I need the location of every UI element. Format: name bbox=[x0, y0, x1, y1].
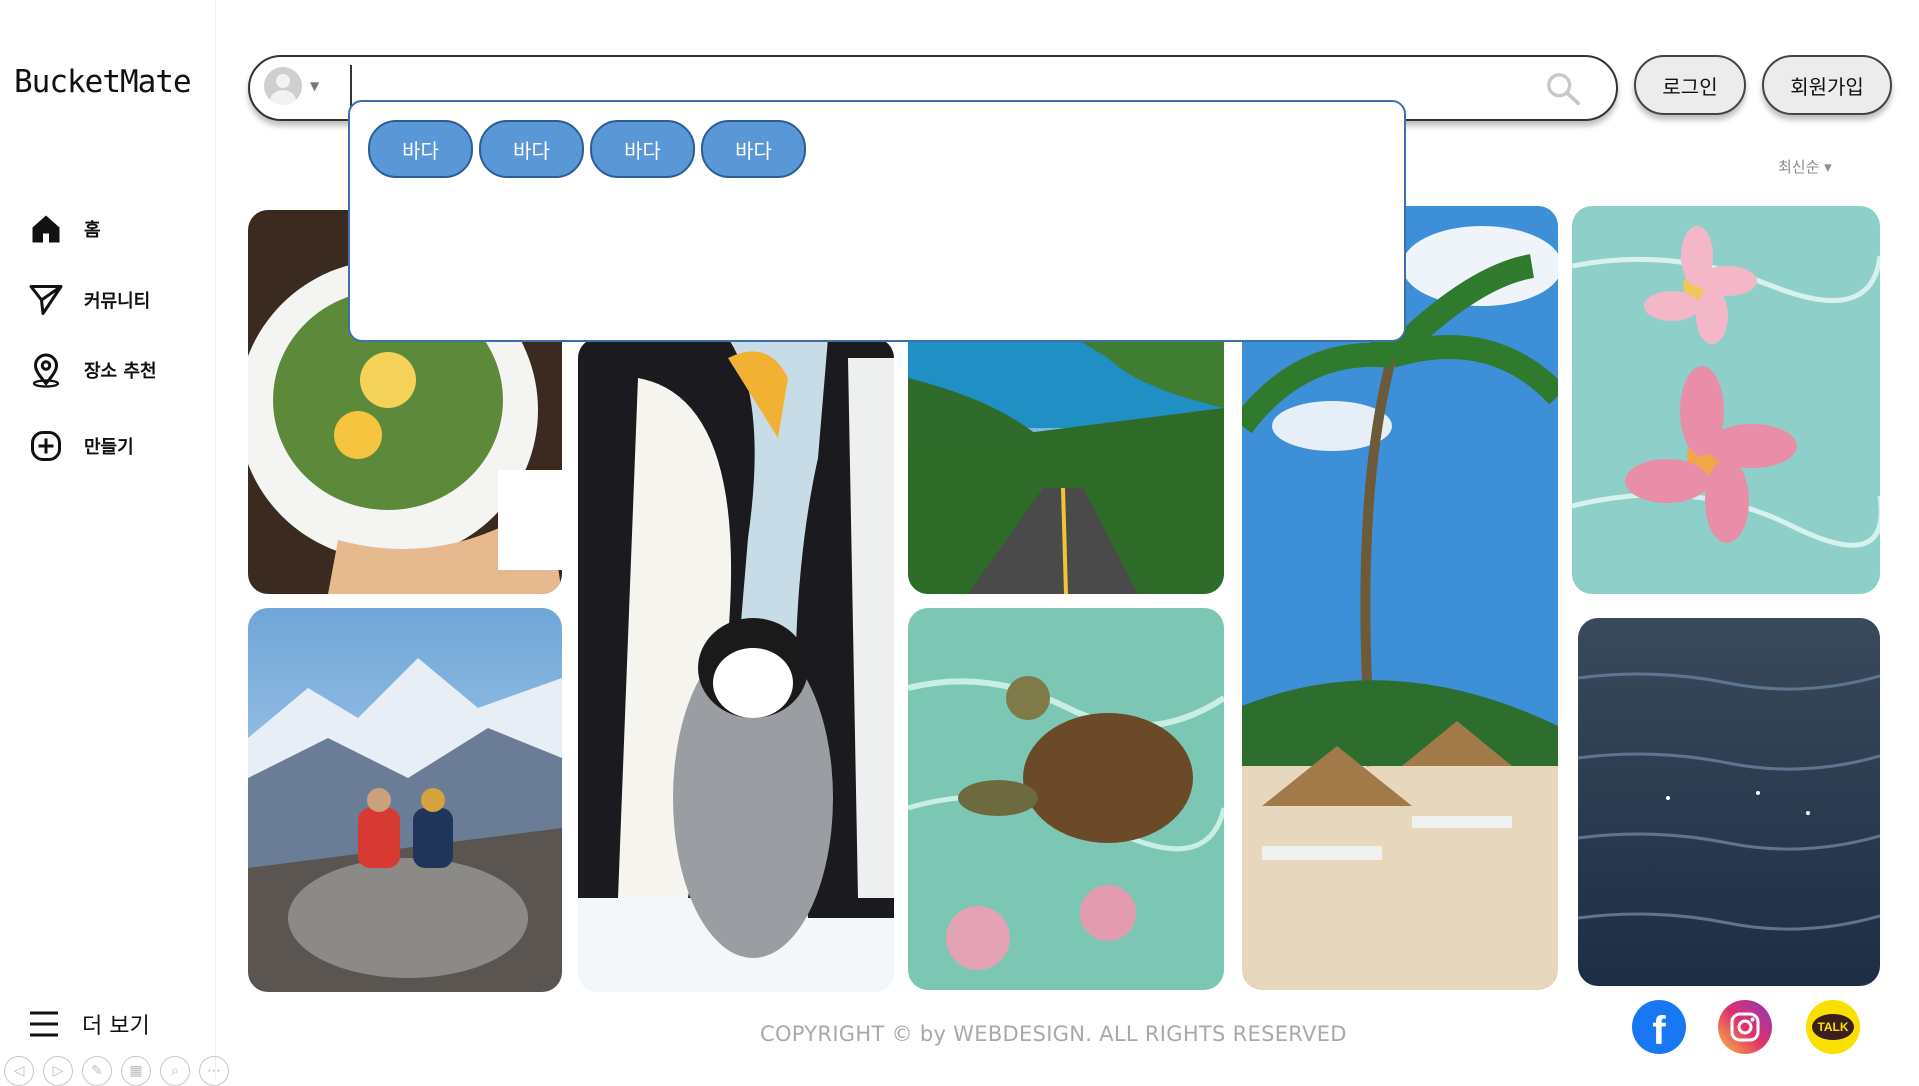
search-icon[interactable] bbox=[1544, 71, 1582, 107]
sidebar-item-places[interactable]: 장소 추천 bbox=[28, 352, 157, 388]
pen-icon[interactable]: ✎ bbox=[82, 1056, 112, 1086]
presentation-toolbar: ◁ ▷ ✎ ▦ ⌕ ⋯ bbox=[4, 1056, 229, 1086]
avatar bbox=[264, 67, 302, 105]
photo-card-penguins[interactable] bbox=[578, 338, 894, 992]
keyword-chip[interactable]: 바다 bbox=[701, 120, 806, 178]
signup-button[interactable]: 회원가입 bbox=[1762, 55, 1892, 115]
hamburger-icon bbox=[30, 1011, 58, 1037]
facebook-icon: f bbox=[1652, 1008, 1666, 1053]
instagram-icon bbox=[1730, 1012, 1760, 1042]
sidebar-item-label: 장소 추천 bbox=[84, 361, 157, 382]
sidebar-item-home[interactable]: 홈 bbox=[28, 211, 101, 247]
instagram-link[interactable] bbox=[1718, 1000, 1772, 1054]
caret-down-icon: ▼ bbox=[310, 79, 320, 93]
photo-card-hikers[interactable] bbox=[248, 608, 562, 992]
location-pin-icon bbox=[32, 353, 60, 388]
sidebar-item-label: 만들기 bbox=[84, 437, 134, 458]
prev-icon[interactable]: ◁ bbox=[4, 1056, 34, 1086]
more-menu-button[interactable]: 더 보기 bbox=[28, 1008, 150, 1040]
sidebar: BucketMate 홈 커뮤니티 장소 추천 만들기 더 보기 ◁ ▷ ✎ ▦… bbox=[0, 0, 229, 1086]
photo-card-ocean[interactable] bbox=[1578, 618, 1880, 986]
keyword-chip[interactable]: 바다 bbox=[479, 120, 584, 178]
plus-circle-icon bbox=[31, 431, 61, 461]
photo-card-sea-turtle[interactable] bbox=[908, 608, 1224, 990]
home-icon bbox=[32, 215, 60, 243]
mountain-image bbox=[248, 608, 562, 992]
slides-icon[interactable]: ▦ bbox=[121, 1056, 151, 1086]
sidebar-item-community[interactable]: 커뮤니티 bbox=[28, 282, 150, 318]
penguin-image bbox=[578, 338, 894, 992]
facebook-link[interactable]: f bbox=[1632, 1000, 1686, 1054]
sort-dropdown[interactable]: 최신순 ▾ bbox=[1778, 156, 1832, 177]
ocean-image bbox=[1578, 618, 1880, 986]
more-options-icon[interactable]: ⋯ bbox=[199, 1056, 229, 1086]
sidebar-item-create[interactable]: 만들기 bbox=[28, 428, 134, 464]
search-divider bbox=[350, 65, 352, 109]
kakaotalk-icon: TALK bbox=[1812, 1014, 1854, 1040]
sidebar-item-label: 홈 bbox=[84, 220, 101, 241]
login-button[interactable]: 로그인 bbox=[1634, 55, 1746, 115]
keyword-chip[interactable]: 바다 bbox=[590, 120, 695, 178]
profile-dropdown[interactable]: ▼ bbox=[264, 67, 319, 105]
more-label: 더 보기 bbox=[82, 1014, 150, 1039]
keyword-chip[interactable]: 바다 bbox=[368, 120, 473, 178]
copyright-text: COPYRIGHT © by WEBDESIGN. ALL RIGHTS RES… bbox=[760, 1022, 1347, 1046]
plumeria-image bbox=[1572, 206, 1880, 594]
turtle-image bbox=[908, 608, 1224, 990]
next-icon[interactable]: ▷ bbox=[43, 1056, 73, 1086]
search-suggestion-dropdown: 바다 바다 바다 바다 bbox=[348, 100, 1406, 342]
send-icon bbox=[29, 285, 63, 315]
sidebar-item-label: 커뮤니티 bbox=[84, 291, 151, 312]
keyword-chips: 바다 바다 바다 바다 bbox=[368, 120, 806, 178]
brand-logo[interactable]: BucketMate bbox=[14, 64, 192, 100]
photo-card-plumeria[interactable] bbox=[1572, 206, 1880, 594]
zoom-icon[interactable]: ⌕ bbox=[160, 1056, 190, 1086]
kakaotalk-link[interactable]: TALK bbox=[1806, 1000, 1860, 1054]
